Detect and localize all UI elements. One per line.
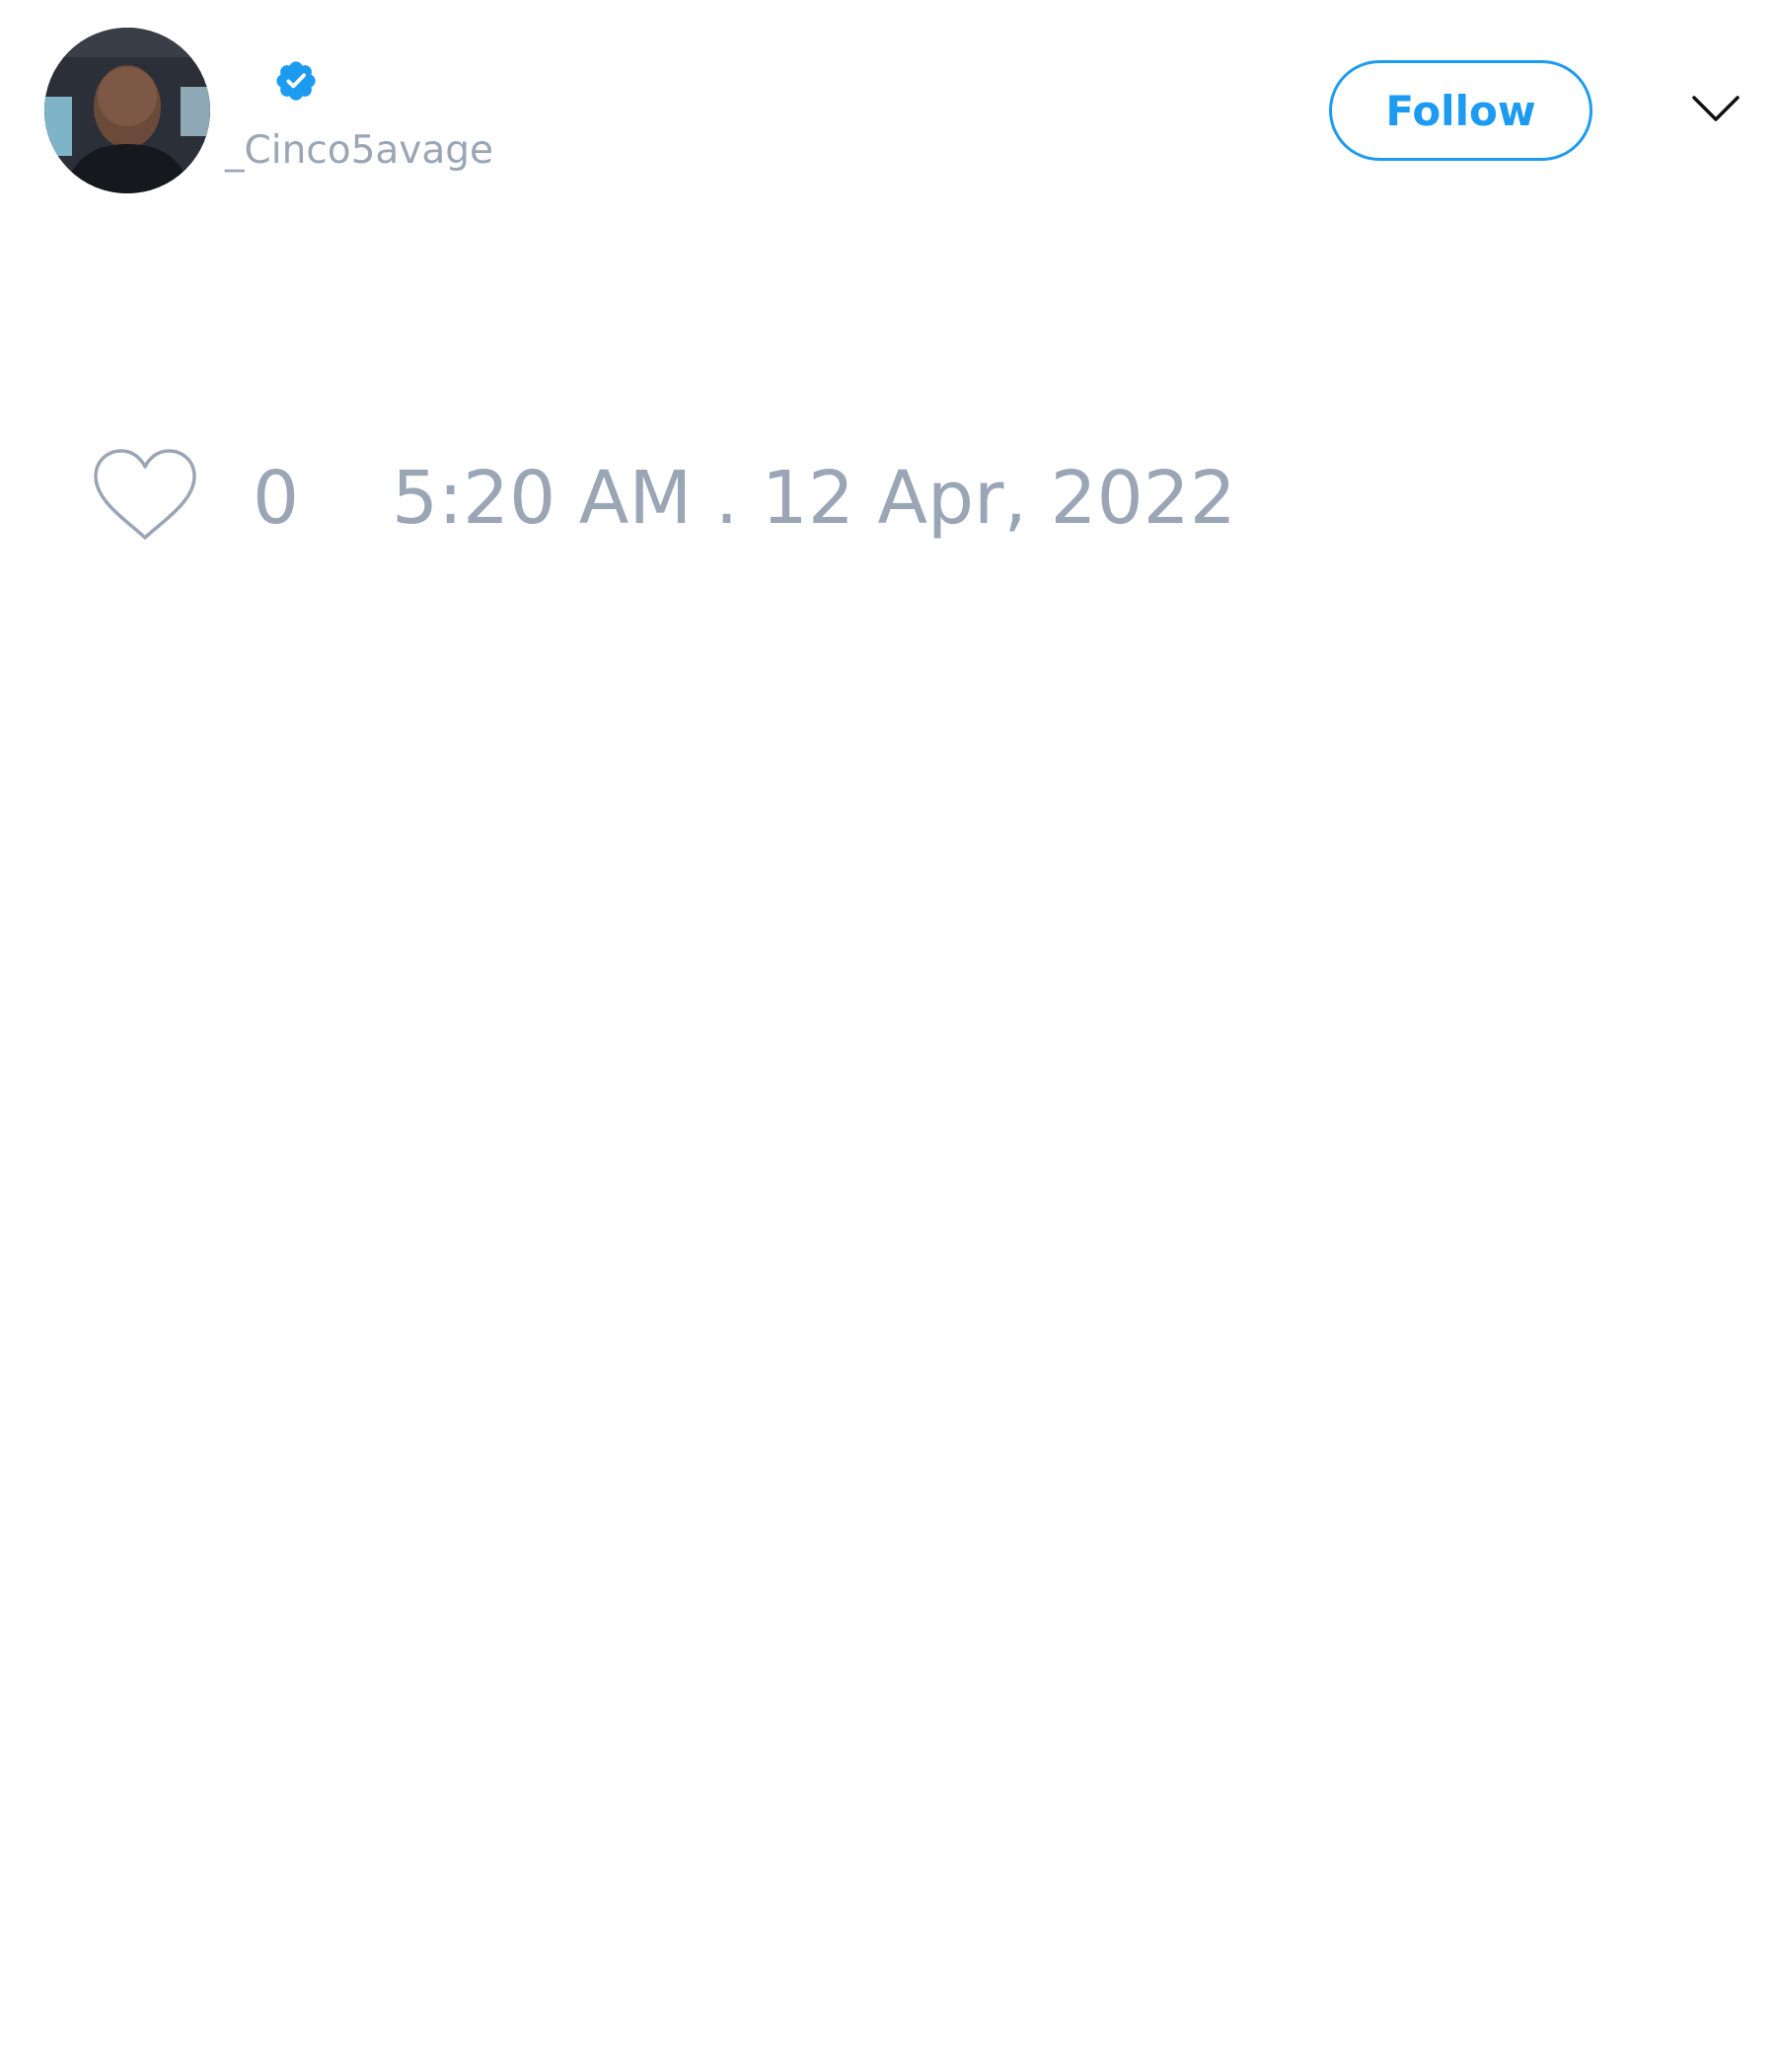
chevron-down-icon[interactable] [1691,94,1740,125]
avatar-photo [44,28,210,193]
verified-badge-icon [276,61,316,101]
author-handle[interactable]: _Cinco5avage [225,126,493,176]
follow-button[interactable]: Follow [1329,60,1592,161]
like-count: 0 [253,456,300,541]
heart-outline-icon[interactable] [92,447,198,544]
tweet-timestamp[interactable]: 5:20 AM . 12 Apr, 2022 [392,454,1236,543]
avatar[interactable] [44,28,210,193]
